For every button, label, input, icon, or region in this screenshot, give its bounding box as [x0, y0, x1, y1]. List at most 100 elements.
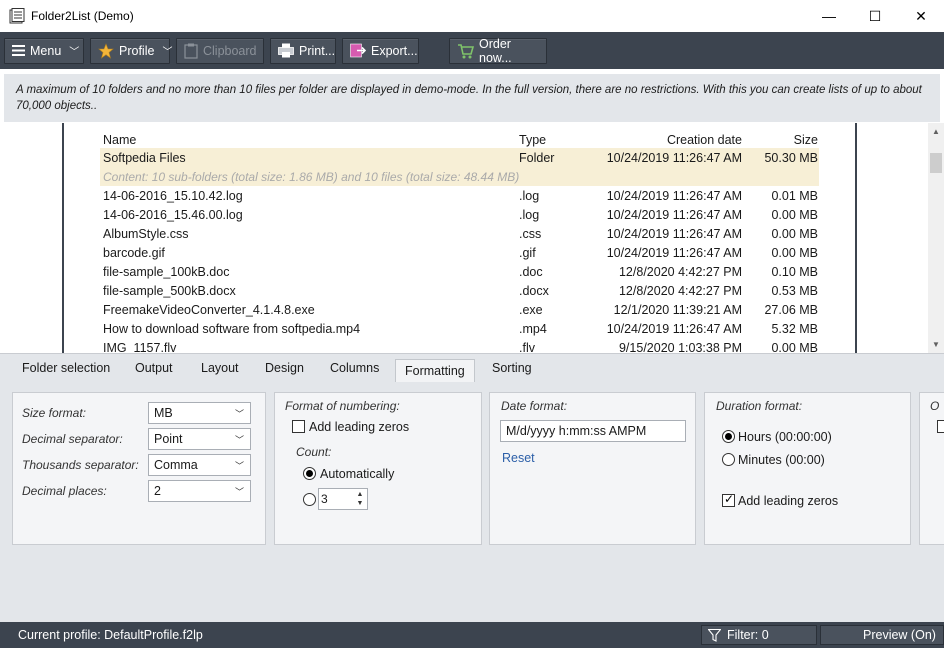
- tab-design[interactable]: Design: [265, 361, 304, 375]
- filter-icon: [708, 628, 721, 642]
- scroll-thumb[interactable]: [930, 153, 942, 173]
- order-now-label: Order now...: [479, 36, 512, 65]
- close-button[interactable]: ✕: [898, 0, 944, 32]
- count-manual-radio[interactable]: [303, 493, 316, 506]
- export-icon: [350, 43, 366, 59]
- file-name: barcode.gif: [103, 245, 165, 260]
- list-header: Name Type Creation date Size: [100, 130, 819, 149]
- header-creation-date: Creation date: [666, 132, 742, 147]
- duration-leading-zeros-checkbox[interactable]: [722, 492, 735, 507]
- minimize-button[interactable]: —: [806, 0, 852, 32]
- shopping-cart-icon: [457, 43, 474, 59]
- spin-arrows-icon[interactable]: ▲ ▼: [354, 490, 366, 508]
- duration-format-group: Duration format: Hours (00:00:00) Minute…: [704, 392, 911, 545]
- folder-type: Folder: [519, 150, 555, 165]
- chevron-down-icon: ﹀: [234, 487, 244, 497]
- decimal-places-select[interactable]: 2 ﹀: [148, 480, 251, 502]
- profile-label: Profile: [119, 43, 155, 58]
- file-date: 12/1/2020 11:39:21 AM: [613, 302, 742, 317]
- print-button[interactable]: Print...: [270, 37, 336, 64]
- thousands-separator-select[interactable]: Comma ﹀: [148, 454, 251, 476]
- numbering-group: Format of numbering: Add leading zeros C…: [274, 392, 482, 545]
- numbering-format-label: Format of numbering:: [285, 399, 400, 413]
- file-type: .css: [519, 226, 542, 241]
- count-stepper[interactable]: 3 ▲ ▼: [318, 488, 368, 510]
- profile-button[interactable]: Profile ﹀: [90, 37, 172, 64]
- list-frame-right: [855, 123, 857, 353]
- table-row[interactable]: FreemakeVideoConverter_4.1.4.8.exe .exe …: [100, 300, 819, 319]
- header-type: Type: [519, 132, 547, 147]
- export-button[interactable]: Export...: [342, 37, 419, 64]
- filter-button[interactable]: Filter: 0: [701, 625, 817, 645]
- file-type: .flv: [519, 340, 535, 354]
- count-value: 3: [321, 492, 328, 506]
- scroll-down-icon[interactable]: ▼: [928, 336, 944, 353]
- partial-checkbox[interactable]: [937, 420, 944, 433]
- file-name: file-sample_500kB.docx: [103, 283, 236, 298]
- count-automatic-radio[interactable]: [303, 467, 316, 480]
- tab-folder-selection[interactable]: Folder selection: [22, 361, 110, 375]
- decimal-places-value: 2: [154, 484, 161, 498]
- folder-row[interactable]: Softpedia Files Folder 10/24/2019 11:26:…: [100, 148, 819, 167]
- preview-toggle[interactable]: Preview (On): [820, 625, 944, 645]
- window-title: Folder2List (Demo): [31, 9, 134, 23]
- table-row[interactable]: AlbumStyle.css .css 10/24/2019 11:26:47 …: [100, 224, 819, 243]
- duration-format-label: Duration format:: [716, 399, 803, 413]
- table-row[interactable]: barcode.gif .gif 10/24/2019 11:26:47 AM …: [100, 243, 819, 262]
- date-format-input[interactable]: M/d/yyyy h:mm:ss AMPM: [500, 420, 686, 442]
- chevron-down-icon: ﹀: [69, 47, 80, 58]
- chevron-down-icon: ﹀: [234, 435, 244, 445]
- size-format-select[interactable]: MB ﹀: [148, 402, 251, 424]
- file-size: 0.00 MB: [771, 207, 818, 222]
- file-date: 10/24/2019 11:26:47 AM: [606, 245, 742, 260]
- file-type: .exe: [519, 302, 543, 317]
- leading-zeros-label: Add leading zeros: [309, 420, 410, 434]
- duration-hours-radio[interactable]: [722, 430, 735, 443]
- date-format-label: Date format:: [501, 399, 568, 413]
- file-name: file-sample_100kB.doc: [103, 264, 230, 279]
- table-row[interactable]: file-sample_100kB.doc .doc 12/8/2020 4:4…: [100, 262, 819, 281]
- decimal-separator-label: Decimal separator:: [22, 432, 123, 446]
- table-row[interactable]: file-sample_500kB.docx .docx 12/8/2020 4…: [100, 281, 819, 300]
- count-automatic-label: Automatically: [320, 467, 395, 481]
- scroll-up-icon[interactable]: ▲: [928, 123, 944, 140]
- clipboard-label: Clipboard: [203, 43, 257, 58]
- file-type: .doc: [519, 264, 543, 279]
- table-row[interactable]: 14-06-2016_15.10.42.log .log 10/24/2019 …: [100, 186, 819, 205]
- tab-columns[interactable]: Columns: [330, 361, 379, 375]
- file-type: .mp4: [519, 321, 547, 336]
- file-size: 0.00 MB: [771, 226, 818, 241]
- file-size: 0.00 MB: [771, 245, 818, 260]
- folder-size: 50.30 MB: [764, 150, 818, 165]
- current-profile-text: Current profile: DefaultProfile.f2lp: [18, 628, 203, 642]
- hamburger-icon: [12, 43, 25, 59]
- count-label: Count:: [296, 445, 332, 459]
- menu-label: Menu: [30, 43, 62, 58]
- maximize-button[interactable]: ☐: [852, 0, 898, 32]
- demo-notice: A maximum of 10 folders and no more than…: [4, 74, 940, 122]
- menu-button[interactable]: Menu ﹀: [4, 37, 84, 64]
- table-row[interactable]: 14-06-2016_15.46.00.log .log 10/24/2019 …: [100, 205, 819, 224]
- tab-output[interactable]: Output: [135, 361, 173, 375]
- vertical-scrollbar[interactable]: ▲ ▼: [928, 123, 944, 353]
- tab-layout[interactable]: Layout: [201, 361, 239, 375]
- table-row[interactable]: IMG_1157.flv .flv 9/15/2020 1:03:38 PM 0…: [100, 338, 819, 354]
- tab-sorting[interactable]: Sorting: [492, 361, 532, 375]
- formatting-panel: Size format: MB ﹀ Decimal separator: Poi…: [0, 382, 944, 622]
- duration-minutes-radio[interactable]: [722, 453, 735, 466]
- star-icon: [98, 42, 114, 59]
- duration-minutes-label: Minutes (00:00): [738, 453, 825, 467]
- file-list[interactable]: Name Type Creation date Size Softpedia F…: [64, 123, 855, 353]
- decimal-separator-select[interactable]: Point ﹀: [148, 428, 251, 450]
- leading-zeros-checkbox[interactable]: [292, 420, 305, 433]
- reset-link[interactable]: Reset: [502, 451, 535, 465]
- thousands-separator-label: Thousands separator:: [22, 458, 139, 472]
- clipboard-button[interactable]: Clipboard: [176, 37, 264, 64]
- printer-icon: [278, 43, 294, 59]
- folder-content-summary: Content: 10 sub-folders (total size: 1.8…: [100, 167, 819, 186]
- file-size: 0.53 MB: [771, 283, 818, 298]
- file-type: .gif: [519, 245, 536, 260]
- table-row[interactable]: How to download software from softpedia.…: [100, 319, 819, 338]
- order-now-button[interactable]: Order now...: [449, 36, 547, 65]
- file-size: 0.01 MB: [771, 188, 818, 203]
